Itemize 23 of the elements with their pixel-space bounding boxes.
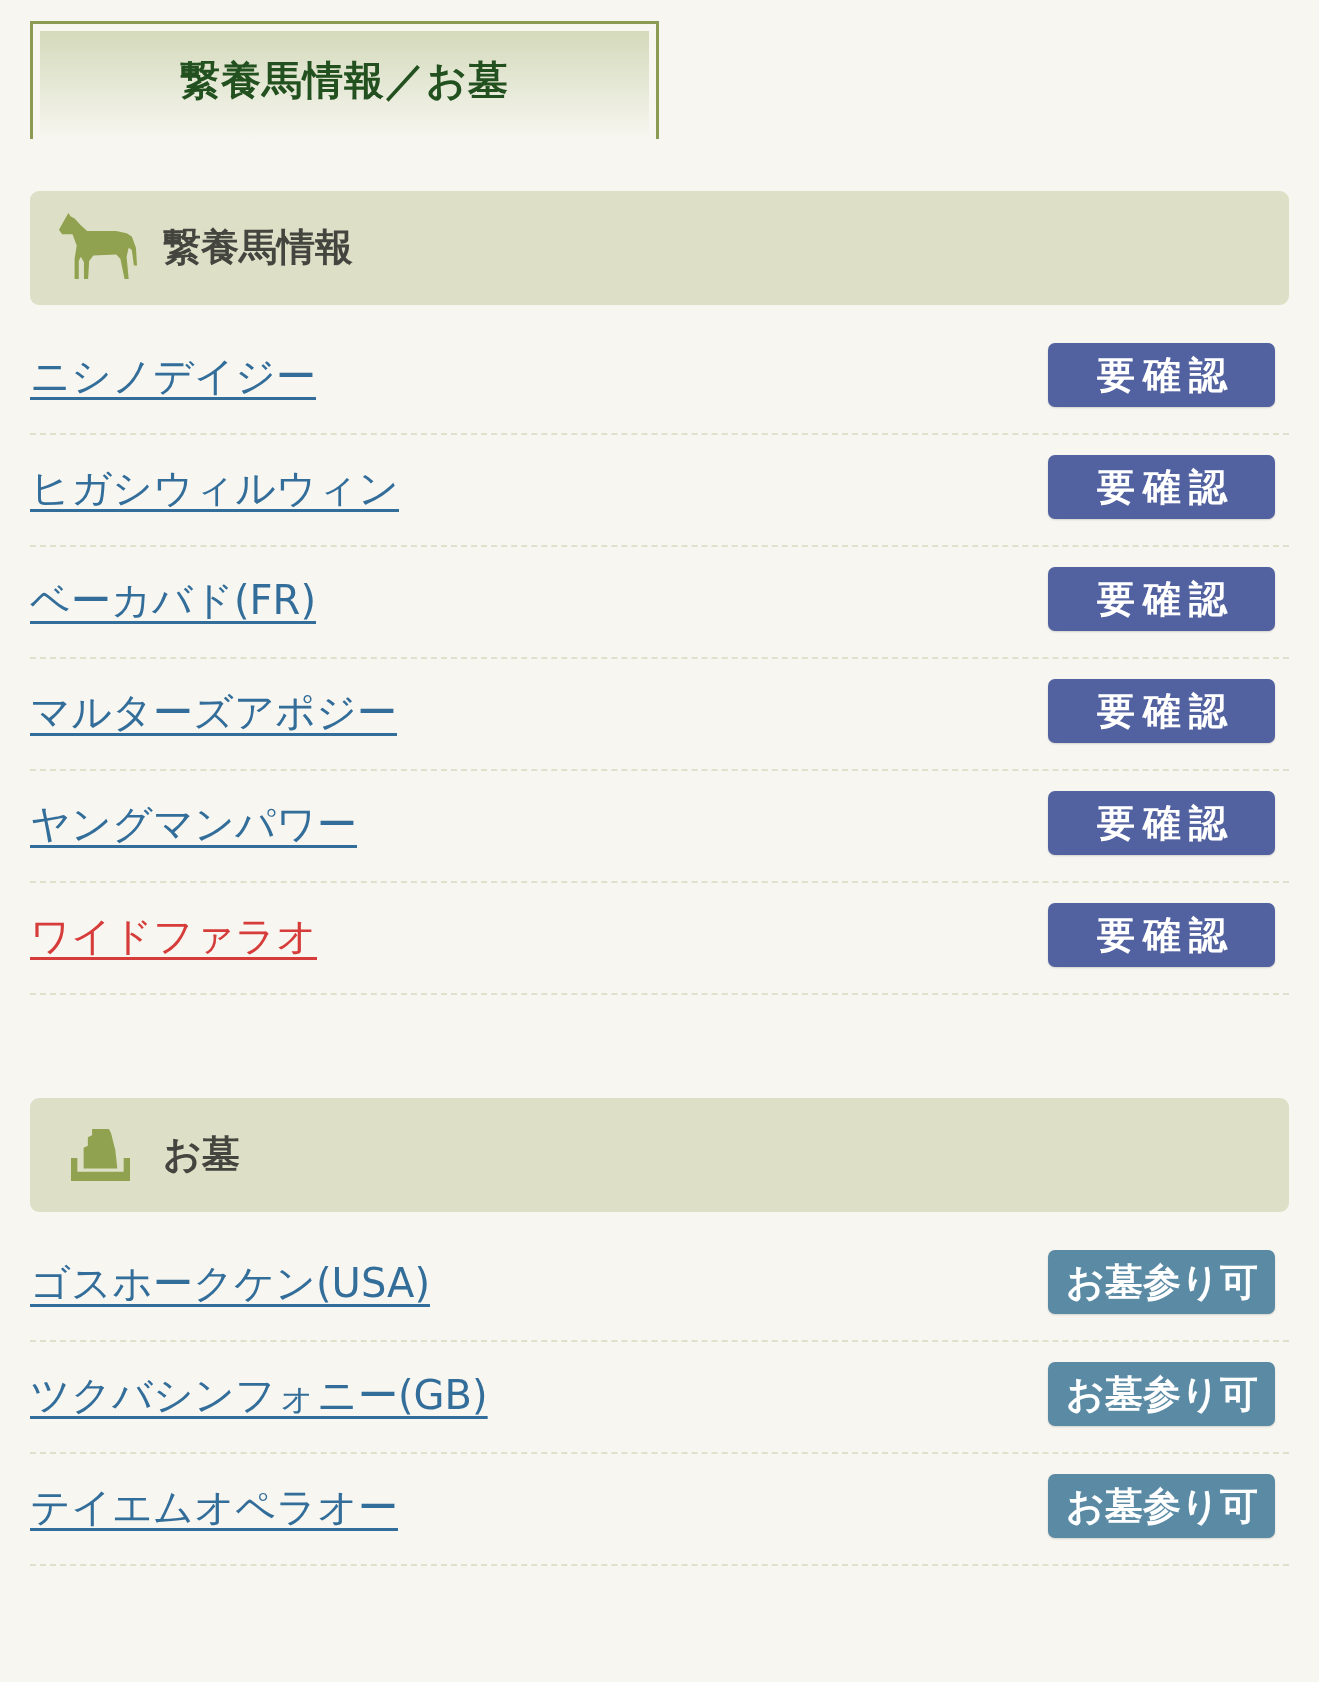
status-tag: 要確認 <box>1048 455 1275 519</box>
name-link[interactable]: ベーカバド(FR) <box>30 567 316 634</box>
name-link[interactable]: ゴスホークケン(USA) <box>30 1250 430 1317</box>
page-heading-banner: 繋養馬情報／お墓 <box>30 21 659 139</box>
status-tag: 要確認 <box>1048 679 1275 743</box>
status-tag: 要確認 <box>1048 567 1275 631</box>
name-link[interactable]: マルターズアポジー <box>30 679 397 746</box>
name-link[interactable]: ニシノデイジー <box>30 343 316 410</box>
status-tag: お墓参り可 <box>1048 1250 1275 1314</box>
section-title: お墓 <box>163 1132 240 1178</box>
name-link[interactable]: ワイドファラオ <box>30 903 317 970</box>
horse-icon <box>59 213 137 279</box>
tombstone-icon <box>71 1129 130 1181</box>
name-link[interactable]: テイエムオペラオー <box>30 1474 398 1541</box>
status-tag: お墓参り可 <box>1048 1362 1275 1426</box>
status-tag: お墓参り可 <box>1048 1474 1275 1538</box>
name-link[interactable]: ツクバシンフォニー(GB) <box>30 1362 488 1429</box>
section-title: 繋養馬情報 <box>163 225 353 271</box>
status-tag: 要確認 <box>1048 343 1275 407</box>
name-link[interactable]: ヤングマンパワー <box>30 791 357 858</box>
name-link[interactable]: ヒガシウィルウィン <box>30 455 399 522</box>
status-tag: 要確認 <box>1048 791 1275 855</box>
status-tag: 要確認 <box>1048 903 1275 967</box>
